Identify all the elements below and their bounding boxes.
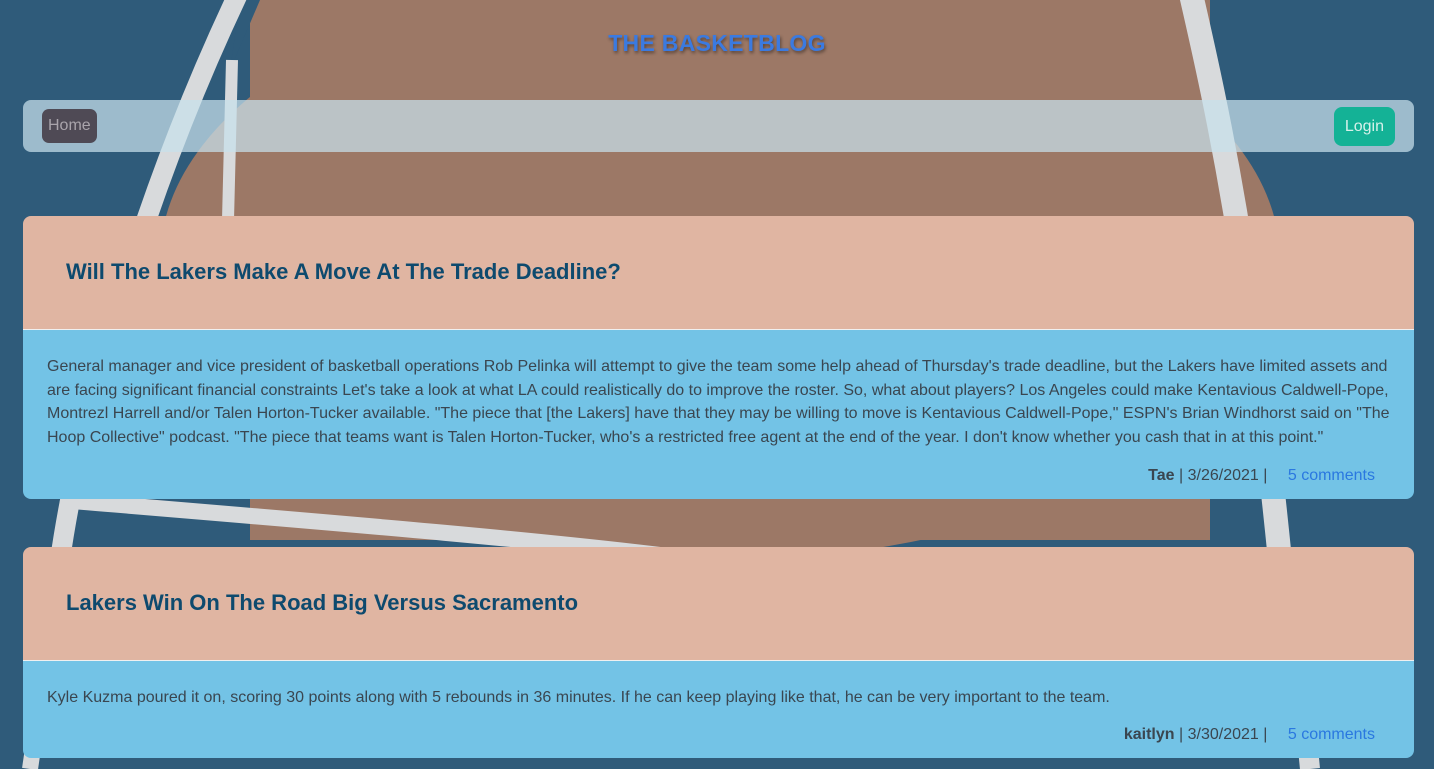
post-content: Kyle Kuzma poured it on, scoring 30 poin… xyxy=(47,689,1110,706)
comments-link[interactable]: 5 comments xyxy=(1288,726,1375,743)
post-title[interactable]: Lakers Win On The Road Big Versus Sacram… xyxy=(66,590,578,616)
post-header[interactable]: Lakers Win On The Road Big Versus Sacram… xyxy=(23,547,1414,661)
post-meta: Tae | 3/26/2021 | 5 comments xyxy=(1148,467,1375,485)
home-nav-button[interactable]: Home xyxy=(42,109,97,143)
post-meta: kaitlyn | 3/30/2021 | 5 comments xyxy=(1124,726,1375,744)
post-body: General manager and vice president of ba… xyxy=(23,330,1414,499)
post-author: kaitlyn xyxy=(1123,726,1175,743)
meta-separator: | xyxy=(1263,467,1268,484)
post-date: 3/30/2021 xyxy=(1187,726,1259,743)
post-header[interactable]: Will The Lakers Make A Move At The Trade… xyxy=(23,216,1414,330)
comments-link[interactable]: 5 comments xyxy=(1288,467,1375,484)
meta-separator: | xyxy=(1263,726,1268,743)
login-button[interactable]: Login xyxy=(1333,107,1395,146)
post-card: Lakers Win On The Road Big Versus Sacram… xyxy=(23,547,1414,758)
post-title[interactable]: Will The Lakers Make A Move At The Trade… xyxy=(66,259,621,285)
site-title: THE BASKETBLOG xyxy=(608,30,826,56)
post-date: 3/26/2021 xyxy=(1187,467,1259,484)
post-author: Tae xyxy=(1148,467,1175,484)
navbar: Home Login xyxy=(23,100,1414,152)
meta-separator: | xyxy=(1179,467,1188,484)
post-content: General manager and vice president of ba… xyxy=(47,358,1390,446)
post-card: Will The Lakers Make A Move At The Trade… xyxy=(23,216,1414,499)
post-body: Kyle Kuzma poured it on, scoring 30 poin… xyxy=(23,661,1414,758)
meta-separator: | xyxy=(1179,726,1188,743)
